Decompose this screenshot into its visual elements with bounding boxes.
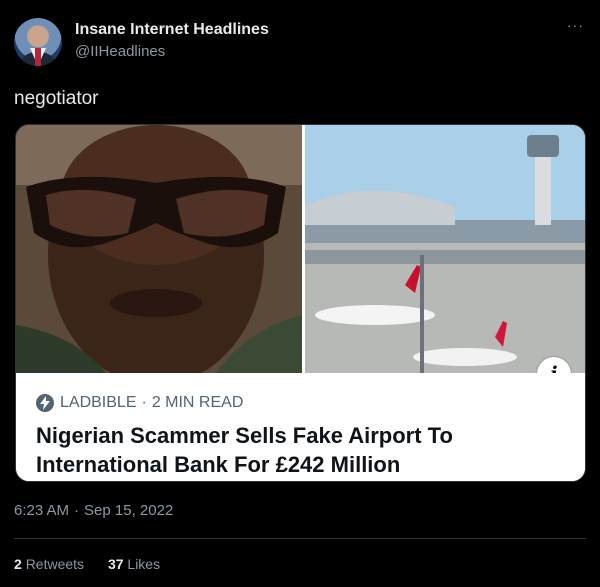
likes-count: 37 (107, 556, 124, 572)
card-source: LADBIBLE · 2 MIN READ (36, 394, 243, 412)
display-name[interactable]: Insane Internet Headlines (75, 21, 269, 39)
source-separator: · (141, 394, 147, 411)
retweets-count: 2 (14, 556, 22, 572)
lightning-bolt-icon (36, 394, 54, 412)
read-time: 2 MIN READ (151, 394, 244, 411)
retweets-label: Retweets (25, 556, 85, 572)
tweet-text: negotiator (14, 88, 99, 109)
more-options-icon[interactable]: ··· (567, 17, 584, 33)
tweet-timestamp[interactable]: 6:23 AM · Sep 15, 2022 (14, 502, 173, 519)
likes-label: Likes (127, 556, 161, 572)
retweets-stat[interactable]: 2 Retweets (14, 556, 84, 572)
link-card[interactable]: i LADBIBLE · 2 MIN READ Nigerian Scammer… (15, 124, 586, 482)
likes-stat[interactable]: 37 Likes (108, 556, 160, 572)
user-handle[interactable]: @IIHeadlines (75, 43, 165, 60)
timestamp-separator: · (74, 502, 80, 519)
engagement-stats: 2 Retweets 37 Likes (14, 556, 180, 572)
tweet-header: Insane Internet Headlines @IIHeadlines ·… (14, 14, 586, 70)
card-headline[interactable]: Nigerian Scammer Sells Fake Airport To I… (36, 421, 566, 479)
airport-photo (305, 125, 585, 373)
avatar[interactable] (14, 18, 62, 66)
card-body[interactable]: LADBIBLE · 2 MIN READ Nigerian Scammer S… (16, 373, 585, 481)
source-name: LADBIBLE (60, 394, 137, 411)
scammer-photo (16, 125, 302, 373)
timestamp-time[interactable]: 6:23 AM (14, 502, 69, 519)
timestamp-date[interactable]: Sep 15, 2022 (84, 502, 173, 519)
divider-line (14, 538, 586, 539)
